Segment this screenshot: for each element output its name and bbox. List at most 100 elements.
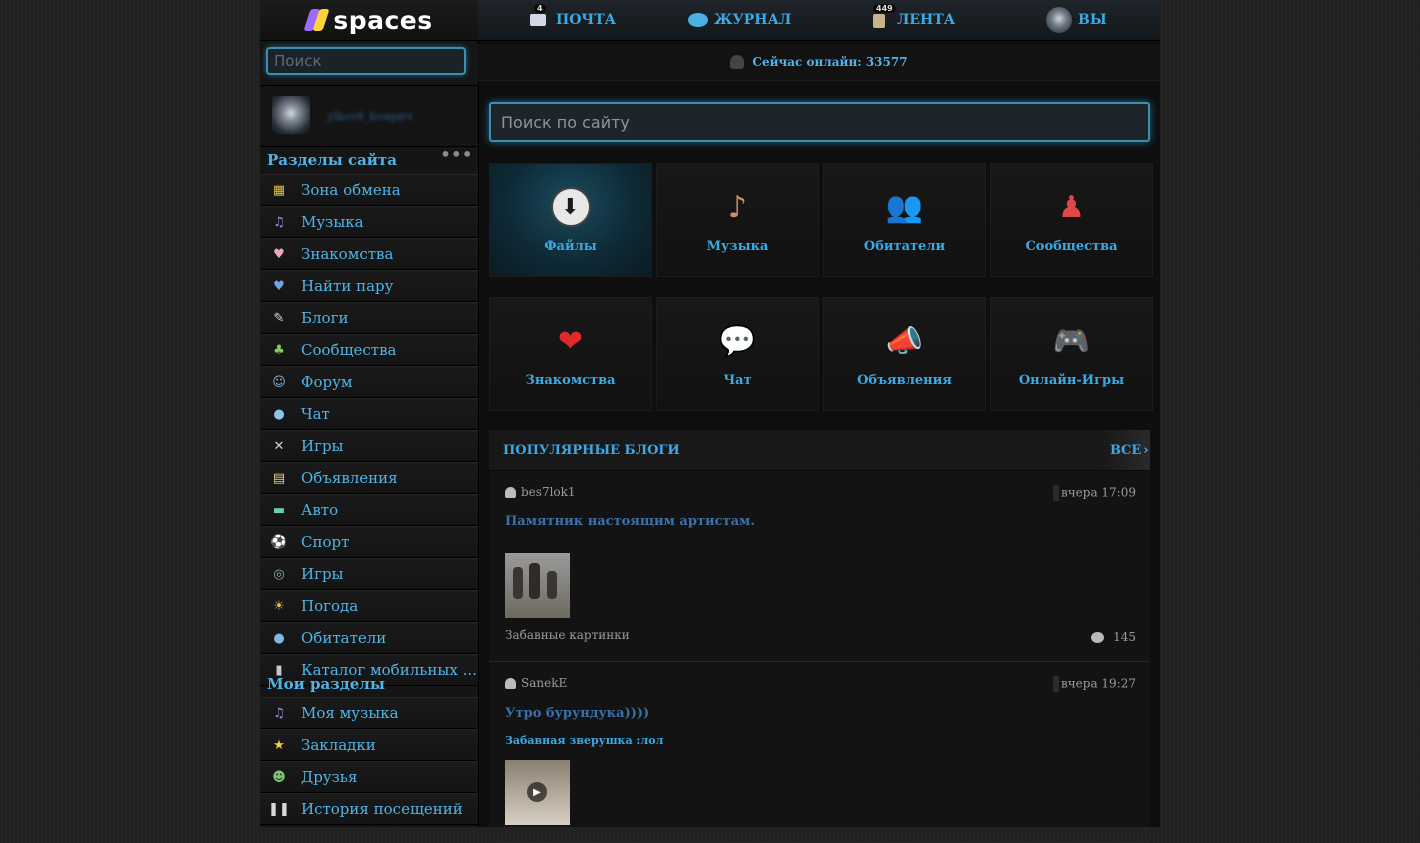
download-icon: ⬇ [550, 187, 591, 227]
sidebar-item[interactable]: ▦ Зона обмена [260, 174, 478, 206]
top-nav: 4 ПОЧТА ЖУРНАЛ 449 ЛЕНТА ВЫ [478, 0, 1160, 41]
chevron-right-icon: › [1143, 442, 1149, 458]
weather-icon: ☀ [273, 598, 285, 614]
notepad-icon: ▤ [272, 470, 286, 486]
nav-you[interactable]: ВЫ [1046, 0, 1107, 40]
sidebar-item[interactable]: ● Обитатели [260, 622, 478, 654]
page: spaces _ylkov8_Боярнч Разделы сайта ••• … [260, 0, 1160, 843]
crossed-swords-icon: ✕ [273, 438, 285, 454]
user-icon: ● [273, 630, 285, 646]
tile-3[interactable]: 👥 Обитатели [823, 163, 986, 277]
nav-mail-label: ПОЧТА [556, 12, 617, 28]
tiles-row-2: ❤ Знакомства 💬 Чат 📣 Объявления 🎮 Онлайн-Игры [489, 297, 1154, 411]
mail-icon: 4 [530, 4, 550, 30]
star-icon: ★ [273, 737, 285, 753]
comment-icon [1091, 631, 1105, 643]
post-author[interactable]: bes7lok1 [505, 485, 576, 499]
post-comments[interactable]: 145 [1091, 630, 1136, 644]
nav-mail[interactable]: 4 ПОЧТА [530, 0, 616, 40]
sections-menu: ▦ Зона обмена ♫ Музыка ♥ Знакомства ♥ Найти пар… [260, 174, 478, 686]
username[interactable]: _ylkov8_Боярнч [322, 110, 413, 123]
avatar[interactable] [272, 96, 310, 134]
chat-bubbles-icon: 💬 [718, 323, 757, 359]
communities-icon: ♟ [1058, 189, 1085, 225]
blogs-all-label: ВСЕ [1110, 442, 1142, 458]
post-title[interactable]: Утро бурундука)))) [505, 706, 649, 721]
tile-1[interactable]: ⬇ Файлы [489, 163, 652, 277]
sidebar-item[interactable]: ♣ Сообщества [260, 334, 478, 366]
tile-label: Чат [723, 373, 752, 388]
blogs-all-link[interactable]: ВСЕ › [1100, 430, 1150, 470]
feed-badge: 449 [873, 4, 896, 13]
tiles-row-1: ⬇ Файлы ♪ Музыка 👥 Обитатели ♟ Сообщества [489, 163, 1154, 277]
user-box[interactable]: _ylkov8_Боярнч [260, 85, 478, 147]
sidebar-item[interactable]: ☻ Друзья [260, 761, 478, 793]
mail-badge: 4 [534, 4, 546, 13]
tile-label: Онлайн-Игры [1018, 373, 1125, 388]
tile-2[interactable]: ♪ Музыка [656, 163, 819, 277]
tile-4[interactable]: ♟ Сообщества [990, 163, 1153, 277]
sidebar-item-label: Друзья [301, 768, 358, 786]
tile-label: Сообщества [1025, 239, 1118, 254]
user-avatar-icon [1046, 7, 1072, 33]
blog-post[interactable]: SanekE вчера 19:27 Утро бурундука)))) За… [489, 662, 1150, 843]
sidebar-item[interactable]: ★ Закладки [260, 729, 478, 761]
sidebar-item-label: Форум [301, 373, 353, 391]
tile-8[interactable]: 🎮 Онлайн-Игры [990, 297, 1153, 411]
broken-heart-icon: ♥ [273, 278, 285, 294]
post-author-name: SanekE [521, 676, 568, 690]
gamepad-icon: 🎮 [1052, 323, 1091, 359]
sidebar-item[interactable]: ♫ Моя музыка [260, 697, 478, 729]
sidebar-item-label: Игры [301, 437, 344, 455]
post-title[interactable]: Памятник настоящим артистам. [505, 514, 755, 529]
nav-journal-label: ЖУРНАЛ [714, 12, 792, 28]
my-sections-title: Мои разделы [267, 675, 385, 693]
nav-feed[interactable]: 449 ЛЕНТА [871, 0, 955, 40]
nav-journal[interactable]: ЖУРНАЛ [688, 0, 791, 40]
sidebar-item[interactable]: ♥ Знакомства [260, 238, 478, 270]
post-author[interactable]: SanekE [505, 676, 567, 690]
sidebar-item[interactable]: ⚽ Спорт [260, 526, 478, 558]
user-icon [505, 486, 516, 498]
sidebar-item[interactable]: ✎ Блоги [260, 302, 478, 334]
sidebar-item[interactable]: ● Чат [260, 398, 478, 430]
post-video-thumbnail[interactable]: ▶ [505, 760, 570, 825]
sidebar-item[interactable]: ❚❚ История посещений [260, 793, 478, 825]
more-dots-icon[interactable]: ••• [440, 144, 473, 164]
post-author-name: bes7lok1 [521, 485, 576, 499]
music-note-icon: ♫ [273, 214, 285, 230]
sidebar-item-label: Обитатели [301, 629, 387, 647]
gamepad-icon: ◎ [273, 566, 285, 582]
post-thumbnail[interactable] [505, 553, 570, 618]
my-sections-menu: ♫ Моя музыка ★ Закладки ☻ Друзья ❚❚ История пос… [260, 697, 478, 825]
sidebar-item[interactable]: ◎ Игры [260, 558, 478, 590]
sidebar-item-label: Закладки [301, 736, 376, 754]
sidebar-item[interactable]: ▬ Авто [260, 494, 478, 526]
post-subtitle: Забавная зверушка :лол [505, 734, 664, 747]
sidebar-item[interactable]: ✕ Игры [260, 430, 478, 462]
blogs-header: ПОПУЛЯРНЫЕ БЛОГИ ВСЕ › [489, 430, 1150, 471]
chat-bubble-icon [688, 10, 708, 30]
nav-you-label: ВЫ [1078, 12, 1107, 28]
sidebar-item[interactable]: ☀ Погода [260, 590, 478, 622]
sidebar-search-input[interactable] [266, 47, 466, 75]
big-heart-icon: ❤ [557, 323, 584, 359]
sidebar-item[interactable]: ☺ Форум [260, 366, 478, 398]
site-search-input[interactable] [489, 102, 1150, 142]
sidebar-item[interactable]: ♥ Найти пару [260, 270, 478, 302]
sidebar: spaces _ylkov8_Боярнч Разделы сайта ••• … [260, 0, 479, 827]
sidebar-item-label: Блоги [301, 309, 349, 327]
post-time: вчера 19:27 [1053, 676, 1136, 692]
logo[interactable]: spaces [260, 0, 478, 41]
group-icon: ♣ [273, 342, 285, 358]
sidebar-item[interactable]: ♫ Музыка [260, 206, 478, 238]
blog-post[interactable]: bes7lok1 вчера 17:09 Памятник настоящим … [489, 471, 1150, 662]
sidebar-item-label: Игры [301, 565, 344, 583]
post-category[interactable]: Забавные картинки [505, 628, 630, 642]
tile-6[interactable]: 💬 Чат [656, 297, 819, 411]
tile-5[interactable]: ❤ Знакомства [489, 297, 652, 411]
sidebar-item[interactable]: ▤ Объявления [260, 462, 478, 494]
tile-7[interactable]: 📣 Объявления [823, 297, 986, 411]
sections-title: Разделы сайта [267, 151, 397, 169]
friends-icon: ☻ [272, 769, 286, 785]
